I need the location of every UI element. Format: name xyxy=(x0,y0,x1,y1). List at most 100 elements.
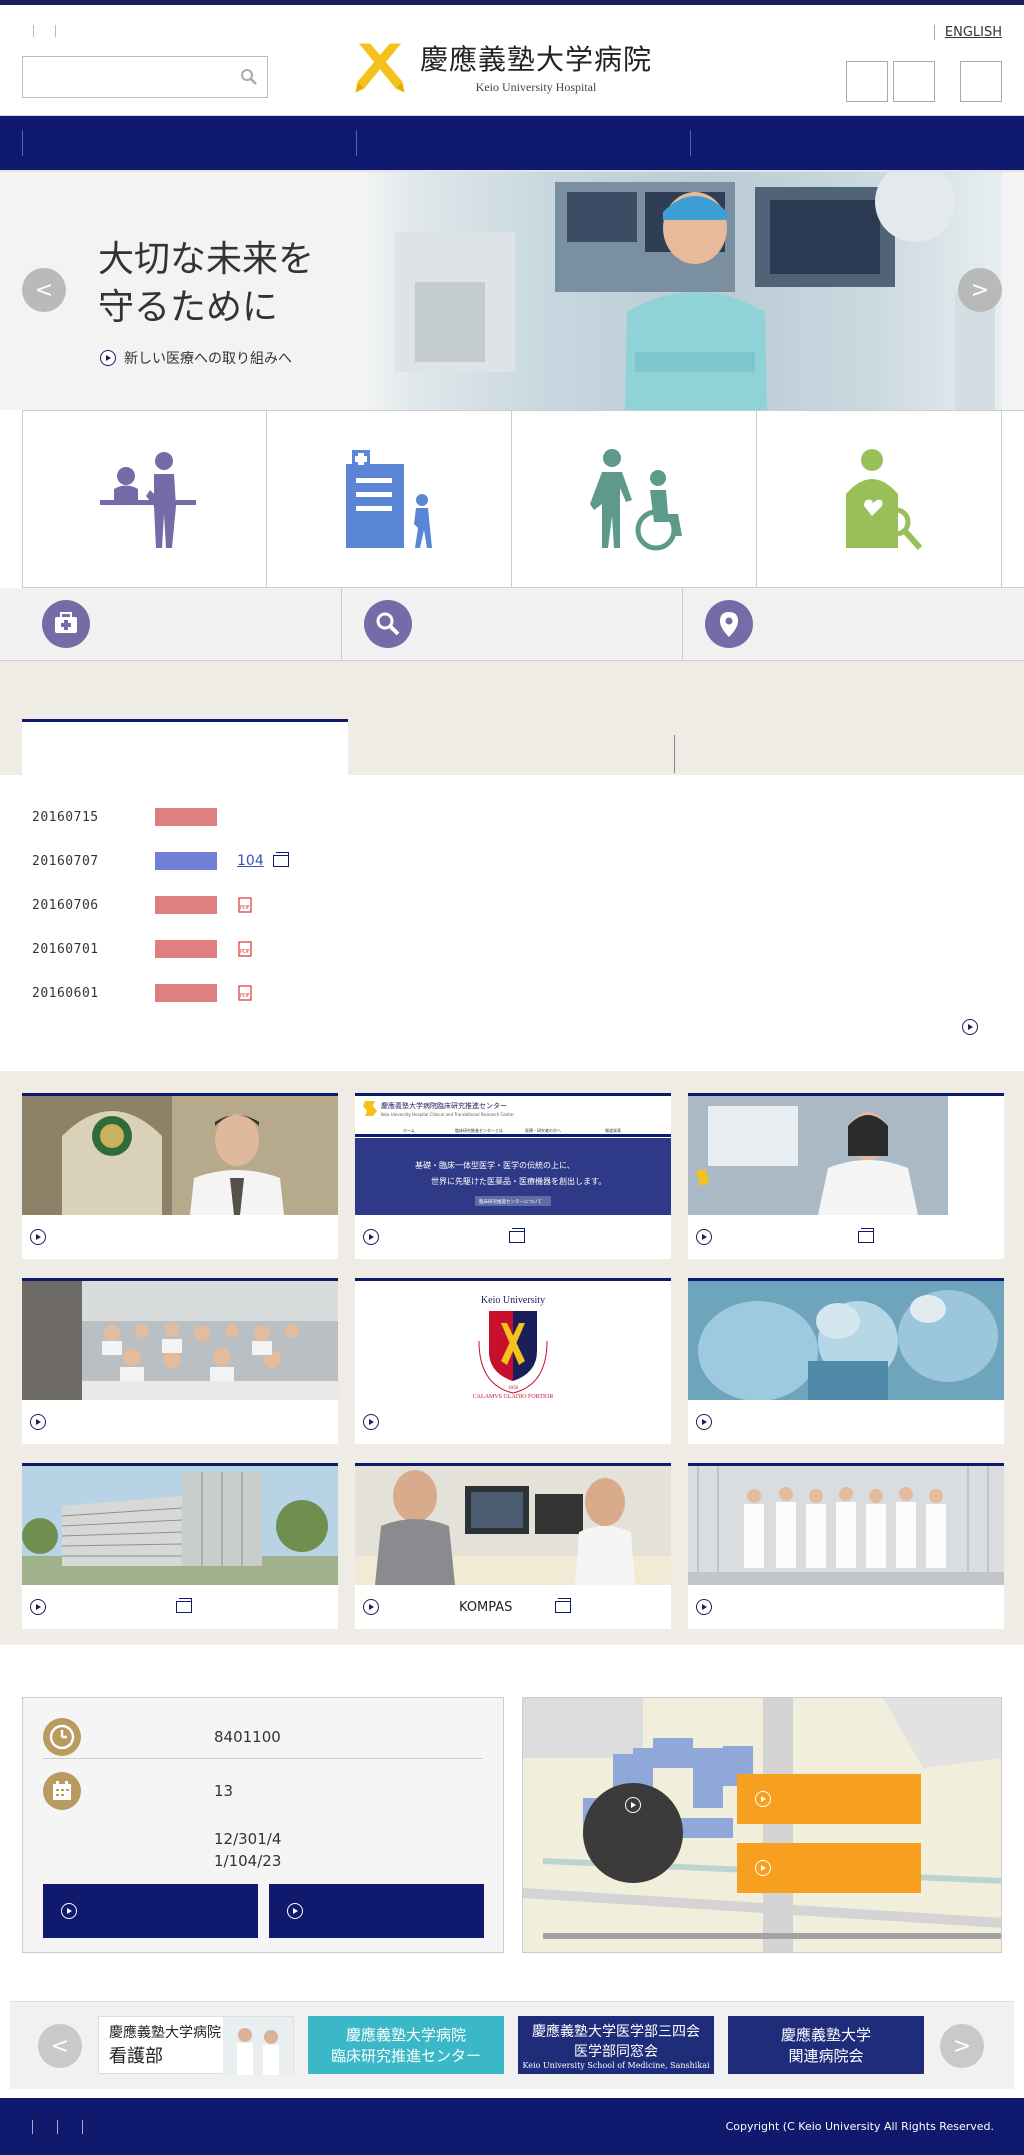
banner-footer xyxy=(22,1585,338,1629)
banner-card[interactable] xyxy=(22,1463,338,1629)
menu-button[interactable] xyxy=(960,61,1002,102)
footer-link-3[interactable] xyxy=(82,2120,107,2134)
medical-bag-icon xyxy=(42,600,90,648)
hero-next-button[interactable]: > xyxy=(958,268,1002,312)
arrow-circle-icon xyxy=(363,1414,379,1430)
search-icon[interactable] xyxy=(239,67,259,87)
news-item[interactable]: 20160601 PDF xyxy=(32,971,1024,1015)
hero-prev-button[interactable]: < xyxy=(22,268,66,312)
consultation-hours-box: 8401100 13 12/301/4 1/104/23 xyxy=(22,1697,504,1953)
external-window-icon xyxy=(176,1598,192,1613)
research-center-site-title: 慶應義塾大学病院臨床研究推進センター xyxy=(381,1101,507,1110)
related-banner-sanshikai[interactable]: 慶應義塾大学医学部三四会 医学部同窓会 Keio University Scho… xyxy=(518,2016,714,2074)
related-next-button[interactable]: > xyxy=(940,2024,984,2068)
news-item[interactable]: 20160701 PDF xyxy=(32,927,1024,971)
banner-grid: 慶應義塾大学病院臨床研究推進センター Keio University Hospi… xyxy=(22,1093,1004,1629)
icon-menu-visitors[interactable] xyxy=(512,411,757,587)
utility-link-2[interactable] xyxy=(44,25,56,37)
utility-link-1[interactable] xyxy=(22,25,34,37)
banner-card[interactable]: KOMPAS xyxy=(355,1463,671,1629)
arrow-circle-icon xyxy=(363,1229,379,1245)
research-center-site-nav-about: 臨床研究推進センターとは xyxy=(455,1127,503,1133)
icon-menu-outpatient[interactable] xyxy=(267,411,512,587)
sub-menu-access[interactable] xyxy=(683,588,1024,660)
map-center-marker[interactable] xyxy=(583,1783,683,1883)
footer-link-1[interactable] xyxy=(32,2120,57,2134)
banner-card[interactable]: Keio University 1858 CALAMVS GLADIO FORT… xyxy=(355,1278,671,1444)
pdf-icon[interactable]: PDF xyxy=(237,941,253,957)
logo-subtitle: Keio University Hospital xyxy=(475,79,597,94)
campus-map[interactable] xyxy=(522,1697,1002,1953)
news-date: 20160601 xyxy=(32,985,99,1001)
hero-link[interactable]: 新しい医療への取り組みへ xyxy=(100,348,292,368)
wheelchair-assist-icon xyxy=(590,449,682,551)
news-more-arrow-icon[interactable] xyxy=(962,1019,978,1035)
related-prev-button[interactable]: < xyxy=(38,2024,82,2068)
global-nav-item-2[interactable] xyxy=(357,130,691,156)
research-center-site-button: 臨床研究推進センターについて xyxy=(479,1198,542,1205)
sub-menu-search[interactable] xyxy=(342,588,684,660)
utility-links xyxy=(22,25,66,40)
banner-card[interactable]: 慶應義塾大学病院臨床研究推進センター Keio University Hospi… xyxy=(355,1093,671,1259)
banner-footer xyxy=(688,1215,1004,1259)
banner-image-surgery xyxy=(688,1281,1004,1401)
footer-links xyxy=(32,2120,107,2134)
global-nav-item-1[interactable] xyxy=(22,130,357,156)
arrow-circle-icon xyxy=(696,1414,712,1430)
english-link[interactable]: ENGLISH xyxy=(933,25,1002,40)
sub-menu-departments[interactable] xyxy=(0,588,342,660)
banner-card[interactable] xyxy=(688,1093,1004,1259)
calendar-icon xyxy=(43,1772,81,1810)
news-title[interactable]: 104 xyxy=(237,853,265,869)
icon-menu-reception[interactable] xyxy=(22,411,267,587)
news-item[interactable]: 20160707 104 xyxy=(32,839,1024,883)
related-links: < > 慶應義塾大学病院 看護部 慶應義塾大学病院 臨床研究推進センター 慶應義… xyxy=(10,2001,1014,2089)
search-input[interactable] xyxy=(22,56,268,98)
info-button-1[interactable] xyxy=(43,1884,258,1938)
font-size-small-button[interactable] xyxy=(846,61,888,102)
banner-footer xyxy=(688,1585,1004,1629)
news-date: 20160701 xyxy=(32,941,99,957)
news-category-badge xyxy=(155,808,217,826)
related-banner-line1: 慶應義塾大学病院 xyxy=(345,2026,466,2044)
banner-card[interactable] xyxy=(22,1093,338,1259)
pdf-icon[interactable]: PDF xyxy=(237,897,253,913)
news-tab-active[interactable] xyxy=(22,719,348,775)
search-circle-icon xyxy=(363,600,412,648)
external-window-icon xyxy=(555,1598,571,1613)
news-item[interactable]: 20160706 PDF xyxy=(32,883,1024,927)
footer-link-2[interactable] xyxy=(57,2120,82,2134)
related-banner-clinical-research[interactable]: 慶應義塾大学病院 臨床研究推進センター xyxy=(308,2016,504,2074)
keio-pen-logo-icon xyxy=(355,43,405,93)
svg-text:PDF: PDF xyxy=(240,949,250,955)
site-header: 慶應義塾大学病院 Keio University Hospital ENGLIS… xyxy=(0,5,1024,116)
external-window-icon xyxy=(858,1228,874,1243)
banner-card[interactable] xyxy=(22,1278,338,1444)
health-checkup-icon xyxy=(846,449,923,550)
banner-footer xyxy=(355,1400,671,1444)
related-banner-line1: 慶應義塾大学 xyxy=(780,2026,871,2044)
hospital-logo[interactable]: 慶應義塾大学病院 Keio University Hospital xyxy=(352,37,672,95)
info-button-2[interactable] xyxy=(269,1884,484,1938)
related-banner-line2: 医学部同窓会 xyxy=(574,2043,658,2060)
banner-card[interactable] xyxy=(688,1278,1004,1444)
arrow-circle-icon xyxy=(755,1860,771,1876)
location-pin-icon xyxy=(705,600,754,648)
related-banner-affiliated-hospitals[interactable]: 慶應義塾大学 関連病院会 xyxy=(728,2016,924,2074)
hero-catch-line1: 大切な未来を xyxy=(98,239,315,280)
news-tab-divider xyxy=(674,735,675,773)
external-window-icon xyxy=(273,852,289,867)
hero-carousel: < > 大切な未来を 守るために 新しい医療への取り組みへ xyxy=(0,172,1024,410)
icon-menu-checkup[interactable] xyxy=(757,411,1002,587)
news-item[interactable]: 20160715 xyxy=(32,795,1024,839)
font-size-large-button[interactable] xyxy=(893,61,935,102)
map-button-access[interactable] xyxy=(737,1774,921,1824)
news-date: 20160707 xyxy=(32,853,99,869)
pdf-icon[interactable]: PDF xyxy=(237,985,253,1001)
related-banner-nursing[interactable]: 慶應義塾大学病院 看護部 xyxy=(98,2016,294,2075)
banner-card[interactable] xyxy=(688,1463,1004,1629)
banner-image-lab xyxy=(688,1096,1004,1215)
keio-crest-year: 1858 xyxy=(508,1386,519,1391)
map-button-floor[interactable] xyxy=(737,1843,921,1893)
global-nav-item-3[interactable] xyxy=(691,130,1024,156)
